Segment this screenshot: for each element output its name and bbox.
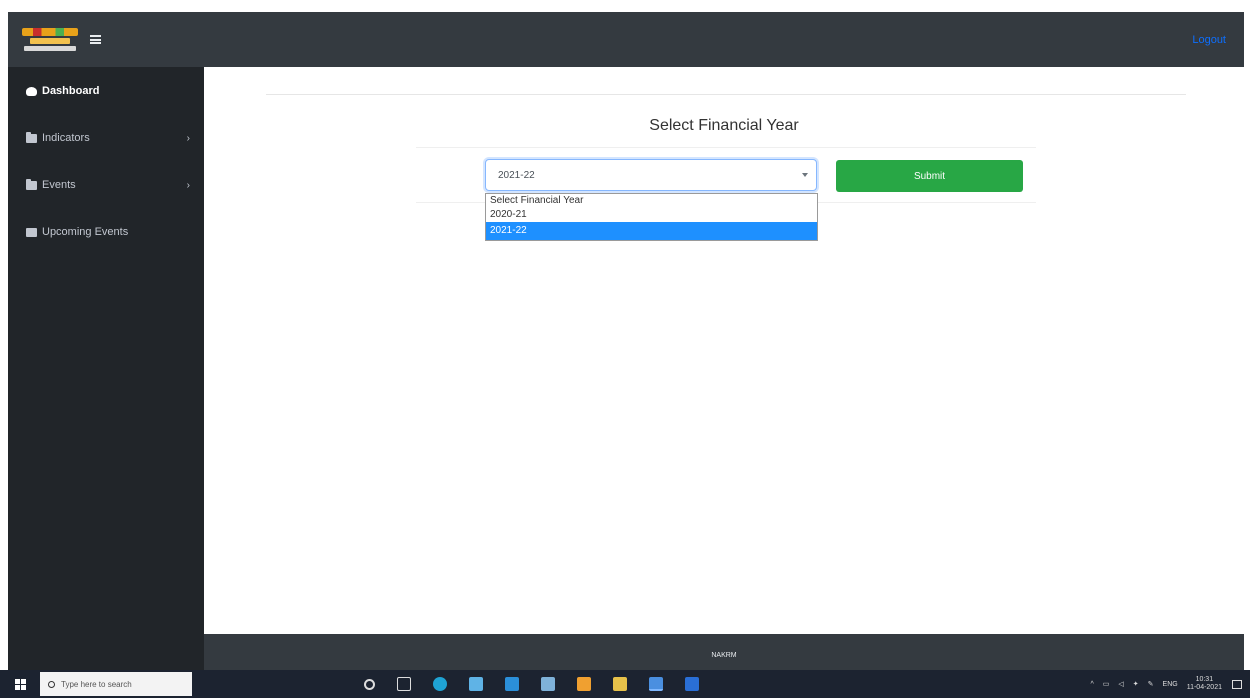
- select-value: 2021-22: [498, 169, 535, 181]
- volume-icon[interactable]: ◁: [1118, 680, 1123, 688]
- folder-icon: [26, 131, 37, 143]
- clock[interactable]: 10:31 11-04-2021: [1187, 676, 1222, 692]
- sidebar-item-label: Indicators: [42, 132, 90, 144]
- chevron-right-icon: ›: [186, 132, 190, 144]
- calendar-icon: [26, 227, 37, 237]
- mail-icon[interactable]: [505, 677, 519, 691]
- dropdown-option[interactable]: 2020-21: [486, 208, 817, 222]
- top-navbar: Logout: [8, 12, 1244, 67]
- taskbar-apps: [364, 677, 721, 691]
- chevron-up-icon[interactable]: ^: [1090, 681, 1093, 688]
- submit-button[interactable]: Submit: [836, 160, 1023, 192]
- hamburger-menu-icon[interactable]: [90, 35, 101, 44]
- windows-start-button[interactable]: [0, 670, 40, 698]
- sidebar-item-label: Events: [42, 179, 76, 191]
- dashboard-icon: [26, 86, 37, 96]
- clock-time: 10:31: [1195, 676, 1214, 683]
- cortana-icon[interactable]: [364, 678, 375, 690]
- clock-date: 11-04-2021: [1186, 684, 1222, 691]
- right-edge: [1244, 0, 1250, 670]
- divider: [266, 94, 1186, 95]
- select-dropdown-list: Select Financial Year 2020-21 2021-22: [485, 193, 818, 241]
- app-icon[interactable]: [541, 677, 555, 691]
- chrome-icon[interactable]: [649, 677, 663, 691]
- pen-icon[interactable]: ✎: [1148, 680, 1154, 688]
- chevron-right-icon: ›: [186, 179, 190, 191]
- language-indicator[interactable]: ENG: [1163, 681, 1178, 688]
- sidebar-item-label: Dashboard: [42, 85, 100, 97]
- sidebar: Dashboard Indicators › Events › Upcoming…: [8, 67, 204, 670]
- folder-icon: [26, 178, 37, 190]
- word-icon[interactable]: [685, 677, 699, 691]
- chevron-down-icon: [802, 173, 808, 177]
- dropdown-option-selected[interactable]: 2021-22: [486, 222, 817, 240]
- sidebar-item-events[interactable]: Events ›: [8, 175, 204, 195]
- sidebar-item-upcoming-events[interactable]: Upcoming Events: [8, 222, 204, 242]
- left-edge: [0, 0, 8, 670]
- taskbar-search-input[interactable]: Type here to search: [40, 672, 192, 696]
- app-icon[interactable]: [577, 677, 591, 691]
- windows-taskbar: Type here to search ^ ▭ ◁ ✦ ✎ ENG 10:31 …: [0, 670, 1250, 698]
- edge-browser-icon[interactable]: [433, 677, 447, 691]
- main-content: Select Financial Year 2021-22 Submit Sel…: [204, 67, 1244, 634]
- financial-year-select[interactable]: 2021-22: [485, 159, 817, 191]
- footer: NAKRM: [204, 634, 1244, 670]
- app-window: Logout Dashboard Indicators › Events › U…: [0, 0, 1250, 698]
- store-icon[interactable]: [469, 677, 483, 691]
- sidebar-item-dashboard[interactable]: Dashboard: [8, 81, 204, 101]
- sidebar-item-label: Upcoming Events: [42, 226, 129, 238]
- task-view-icon[interactable]: [397, 677, 411, 691]
- logout-link[interactable]: Logout: [1192, 34, 1226, 46]
- app-tray-icon[interactable]: ✦: [1133, 680, 1139, 688]
- notification-icon[interactable]: [1232, 679, 1242, 689]
- network-icon[interactable]: ▭: [1103, 680, 1110, 688]
- divider: [416, 147, 1036, 148]
- search-icon: [48, 680, 55, 688]
- windows-logo-icon: [14, 678, 26, 690]
- search-placeholder: Type here to search: [61, 679, 132, 689]
- file-explorer-icon[interactable]: [613, 677, 627, 691]
- dropdown-option[interactable]: Select Financial Year: [486, 194, 817, 208]
- site-logo[interactable]: [22, 26, 78, 54]
- sidebar-item-indicators[interactable]: Indicators ›: [8, 128, 204, 148]
- system-tray: ^ ▭ ◁ ✦ ✎ ENG 10:31 11-04-2021: [1090, 676, 1242, 692]
- page-title: Select Financial Year: [649, 117, 799, 134]
